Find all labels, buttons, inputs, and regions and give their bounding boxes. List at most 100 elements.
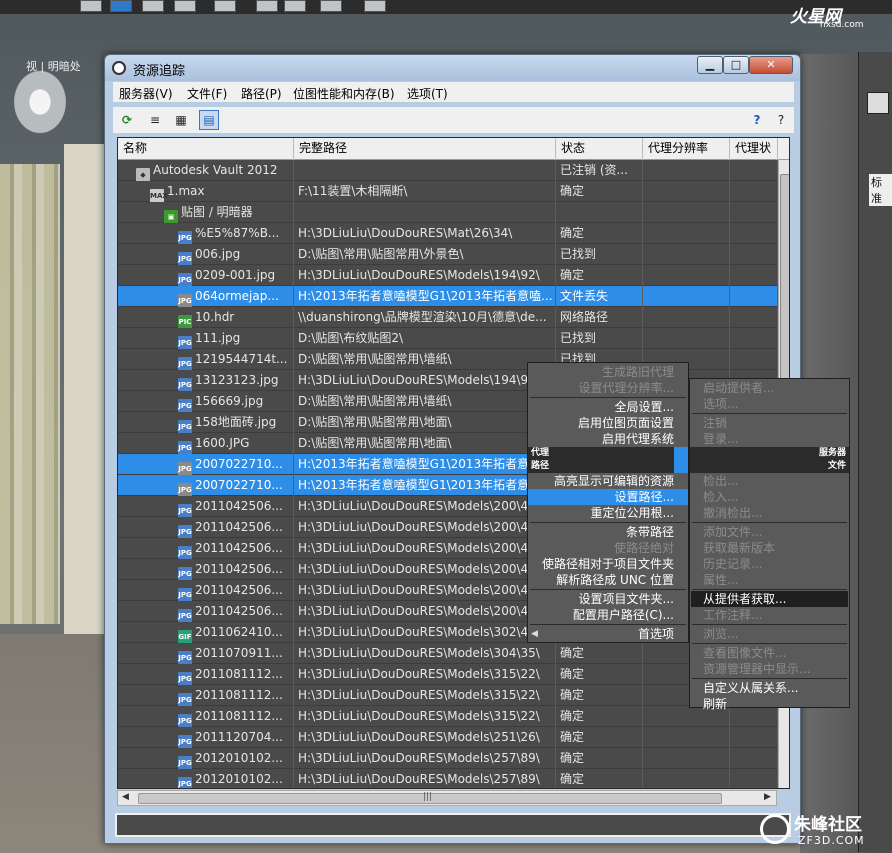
menu-path[interactable]: 路径(P) bbox=[241, 85, 282, 102]
table-row[interactable]: JPG 006.jpg D:\贴图\常用\贴图常用\外景色\ 已找到 bbox=[118, 244, 778, 265]
menu-item[interactable]: 设置项目文件夹... bbox=[528, 591, 688, 607]
table-row[interactable]: JPG 2012010102... H:\3DLiuLiu\DouDouRES\Mo… bbox=[118, 769, 778, 788]
title-bar[interactable]: 资源追踪 ▁ □ ✕ bbox=[105, 55, 800, 81]
jpg-file-icon: JPG bbox=[178, 294, 192, 307]
path-cell: H:\3DLiuLiu\DouDouRES\Models\257\89\ bbox=[294, 769, 556, 788]
menu-item[interactable]: 属性... bbox=[691, 572, 848, 588]
menu-item[interactable]: 从提供者获取... bbox=[691, 591, 848, 607]
col-status-header[interactable]: 状态 bbox=[556, 138, 643, 160]
toolbar-button[interactable] bbox=[256, 0, 278, 12]
table-row[interactable]: JPG 2011120704... H:\3DLiuLiu\DouDouRES\Mo… bbox=[118, 727, 778, 748]
table-row[interactable]: ◆ Autodesk Vault 2012 已注销 (资... bbox=[118, 160, 778, 181]
vertical-scroll-thumb[interactable] bbox=[780, 174, 789, 384]
menu-item[interactable]: 检入... bbox=[691, 489, 848, 505]
col-proxy-status-header[interactable]: 代理状 bbox=[730, 138, 778, 160]
table-row[interactable]: JPG 2011070911... H:\3DLiuLiu\DouDouRES\Mo… bbox=[118, 643, 778, 664]
menu-item[interactable]: 使路径绝对 bbox=[528, 540, 688, 556]
menu-item[interactable]: 配置用户路径(C)... bbox=[528, 607, 688, 623]
table-row[interactable]: JPG 064ormejap... H:\2013年拓者意嗑模型G1\2013年拓者… bbox=[118, 286, 778, 307]
table-row[interactable]: JPG 2011081112... H:\3DLiuLiu\DouDouRES\Mo… bbox=[118, 685, 778, 706]
menu-item[interactable]: 添加文件... bbox=[691, 524, 848, 540]
viewport-label[interactable]: 视 | 明暗处 bbox=[26, 58, 81, 74]
horizontal-scroll-thumb[interactable]: ||| bbox=[138, 792, 722, 804]
toolbar-button[interactable] bbox=[284, 0, 306, 12]
menu-item[interactable]: 查看图像文件... bbox=[691, 645, 848, 661]
menu-options[interactable]: 选项(T) bbox=[407, 85, 448, 102]
menu-bitmap[interactable]: 位图性能和内存(B) bbox=[293, 85, 395, 102]
menu-item[interactable]: 浏览... bbox=[691, 626, 848, 642]
jpg-file-icon: JPG bbox=[178, 273, 192, 286]
scroll-left-icon[interactable]: ◀ bbox=[122, 792, 129, 802]
list-icon[interactable]: ≡ bbox=[145, 110, 165, 130]
refresh-icon[interactable]: ⟳ bbox=[117, 110, 137, 130]
menu-item[interactable]: 解析路径成 UNC 位置 bbox=[528, 572, 688, 588]
menu-item[interactable]: 资源管理器中显示... bbox=[691, 661, 848, 677]
toolbar-button[interactable] bbox=[320, 0, 342, 12]
col-proxy-res-header[interactable]: 代理分辨率 bbox=[643, 138, 730, 160]
toolbar-button[interactable] bbox=[364, 0, 386, 12]
col-name-header[interactable]: 名称 bbox=[118, 138, 294, 160]
menu-item[interactable]: 生成路旧代理 bbox=[528, 364, 688, 380]
menu-item[interactable]: 检出... bbox=[691, 473, 848, 489]
menu-item[interactable]: 启动提供者... bbox=[691, 380, 848, 396]
toolbar-button[interactable] bbox=[214, 0, 236, 12]
hxsd-watermark: 火星网 hxsd.com bbox=[790, 2, 886, 30]
table-row[interactable]: JPG 2012010102... H:\3DLiuLiu\DouDouRES\Mo… bbox=[118, 748, 778, 769]
menu-item[interactable]: 重定位公用根... bbox=[528, 505, 688, 521]
table-row[interactable]: ▣ 贴图 / 明暗器 bbox=[118, 202, 778, 223]
maximize-button[interactable]: □ bbox=[723, 56, 749, 74]
col-path-header[interactable]: 完整路径 bbox=[294, 138, 556, 160]
help-icon[interactable]: ? bbox=[747, 110, 767, 130]
thumbnail-icon[interactable]: ▦ bbox=[171, 110, 191, 130]
table-row[interactable]: JPG 111.jpg D:\贴图\布纹贴图2\ 已找到 bbox=[118, 328, 778, 349]
menu-item[interactable]: 工作注释... bbox=[691, 607, 848, 623]
menu-item[interactable]: 设置代理分辨率... bbox=[528, 380, 688, 396]
menu-item[interactable]: 使路径相对于项目文件夹 bbox=[528, 556, 688, 572]
table-row[interactable]: PIC 10.hdr \\duanshirong\品牌模型渲染\10月\德意\de.… bbox=[118, 307, 778, 328]
asset-name: 2011081112... bbox=[195, 709, 283, 723]
menu-item[interactable]: 启用代理系统 bbox=[528, 431, 688, 447]
menu-item[interactable]: 首选项 bbox=[528, 626, 688, 642]
horizontal-scrollbar[interactable]: ◀ ||| ▶ bbox=[117, 790, 777, 806]
minimize-button[interactable]: ▁ bbox=[697, 56, 723, 74]
menu-item[interactable]: 撤消检出... bbox=[691, 505, 848, 521]
create-icon[interactable] bbox=[867, 92, 889, 114]
menu-item[interactable]: 刷新 bbox=[691, 696, 848, 712]
pillar-render bbox=[64, 144, 108, 704]
menu-item[interactable]: 条带路径 bbox=[528, 524, 688, 540]
table-view-icon[interactable]: ▤ bbox=[199, 110, 219, 130]
command-panel-label[interactable]: 标准 bbox=[869, 174, 892, 206]
toolbar-button[interactable] bbox=[80, 0, 102, 12]
menu-item[interactable]: 获取最新版本 bbox=[691, 540, 848, 556]
name-cell: JPG %E5%87%B... bbox=[118, 223, 294, 244]
menu-item[interactable]: 登录... bbox=[691, 431, 848, 447]
menu-item[interactable]: 历史记录... bbox=[691, 556, 848, 572]
table-row[interactable]: JPG 0209-001.jpg H:\3DLiuLiu\DouDouRES\Mod… bbox=[118, 265, 778, 286]
status-input[interactable] bbox=[115, 813, 791, 837]
table-row[interactable]: JPG 2011081112... H:\3DLiuLiu\DouDouRES\Mo… bbox=[118, 664, 778, 685]
toolbar-button-active[interactable] bbox=[110, 0, 132, 12]
menu-item[interactable]: 注销 bbox=[691, 415, 848, 431]
scroll-right-icon[interactable]: ▶ bbox=[764, 792, 771, 802]
close-button[interactable]: ✕ bbox=[749, 56, 793, 74]
table-row[interactable]: MAX1.max F:\11装置\木相隔断\ 确定 bbox=[118, 181, 778, 202]
menu-item[interactable]: 设置路径... bbox=[528, 489, 688, 505]
menu-item[interactable]: 高亮显示可编辑的资源 bbox=[528, 473, 688, 489]
table-row[interactable]: JPG %E5%87%B... H:\3DLiuLiu\DouDouRES\Mat\… bbox=[118, 223, 778, 244]
asset-name: 2011070911... bbox=[195, 646, 283, 660]
toolbar-button[interactable] bbox=[142, 0, 164, 12]
menu-item[interactable]: 自定义从属关系... bbox=[691, 680, 848, 696]
menu-item[interactable]: 全局设置... bbox=[528, 399, 688, 415]
menu-item[interactable]: 选项... bbox=[691, 396, 848, 412]
menu-item[interactable]: 启用位图页面设置 bbox=[528, 415, 688, 431]
context-help-icon[interactable]: ? bbox=[771, 110, 791, 130]
table-row[interactable]: JPG 2011081112... H:\3DLiuLiu\DouDouRES\Mo… bbox=[118, 706, 778, 727]
menu-file[interactable]: 文件(F) bbox=[187, 85, 227, 102]
path-context-menu: 生成路旧代理 设置代理分辨率... 全局设置... 启用位图页面设置 启用代理系统 代理路… bbox=[527, 362, 689, 643]
zf3d-watermark-text: 朱峰社区 bbox=[794, 815, 862, 835]
name-cell: ◆ Autodesk Vault 2012 bbox=[118, 160, 294, 181]
menu-server[interactable]: 服务器(V) bbox=[119, 85, 173, 102]
path-cell: D:\贴图\布纹贴图2\ bbox=[294, 328, 556, 349]
toolbar-button[interactable] bbox=[174, 0, 196, 12]
menu-section-header: 文件 bbox=[690, 460, 849, 473]
